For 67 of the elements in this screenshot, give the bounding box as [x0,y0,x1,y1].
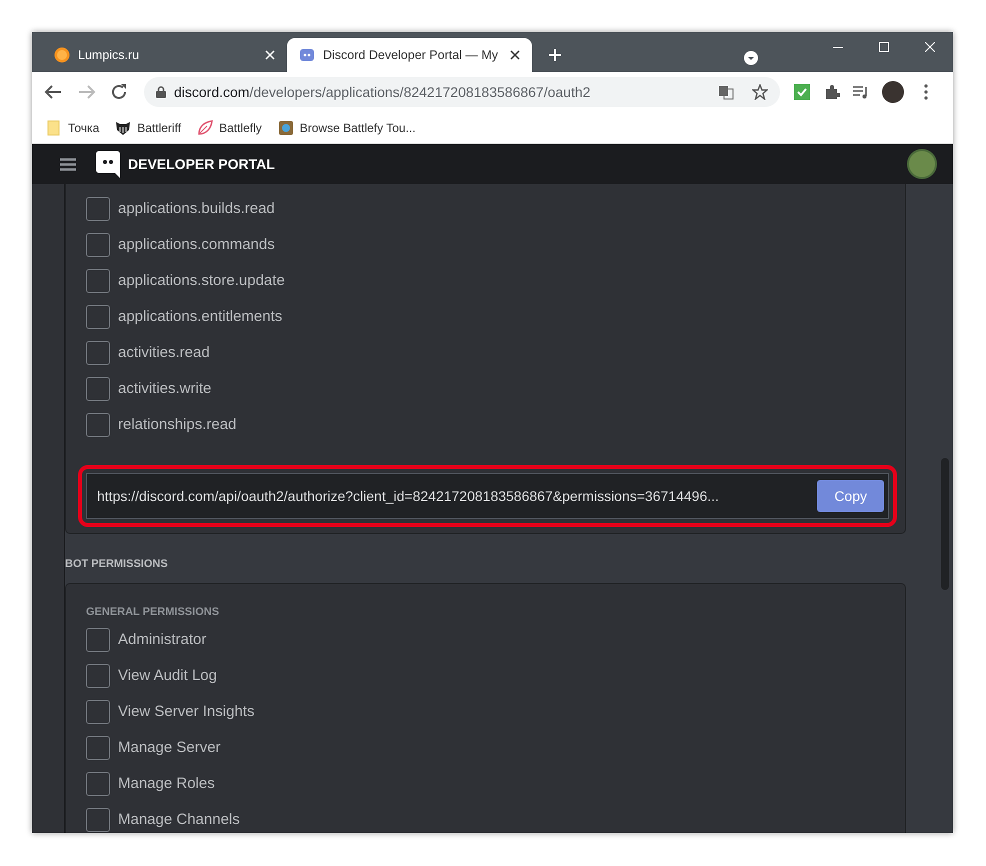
checkbox[interactable] [86,305,110,329]
checkbox-label: activities.write [118,378,212,399]
close-icon [265,50,275,60]
emblem-icon [278,120,294,136]
puzzle-icon [824,84,840,100]
section-title: BOT PERMISSIONS [65,557,169,572]
checkbox-label: activities.read [118,342,210,363]
checkbox-label: Manage Channels [118,810,240,830]
checkbox[interactable] [86,664,110,688]
avatar[interactable] [882,81,904,103]
bookmark[interactable]: Browse Battlefy Tou... [278,118,416,136]
fruit-slice-icon [54,47,70,63]
reload-icon [110,83,128,101]
checkbox[interactable] [86,377,110,401]
more-icon [924,84,928,100]
group-title: GENERAL PERMISSIONS [86,604,220,620]
checkbox[interactable] [86,413,110,437]
bookmark[interactable]: Battlefly [197,118,262,136]
bookmark[interactable]: Battleriff [115,118,182,136]
checkbox[interactable] [86,628,110,652]
checkbox[interactable] [86,700,110,724]
url-field[interactable]: https://discord.com/api/oauth2/authorize?client_id=824217208183586867&permissions=36714496... Copy [86,473,889,519]
menu-icon [60,158,76,170]
checkbox-label: applications.store.update [118,270,285,291]
checkmark-icon [794,84,810,100]
address-bar[interactable]: discord.com/developers/applications/824217208183586867/oauth2 [144,77,780,107]
checkbox-label: applications.entitlements [118,306,282,327]
tab-title: Discord Developer Portal — My [323,46,500,64]
forward-arrow-icon [78,84,96,100]
browser-tab[interactable]: Lumpics.ru [42,38,287,72]
url-text: discord.com/developers/applications/824217208183586867/oauth2 [174,82,592,102]
browser-tab[interactable]: Discord Developer Portal — My [287,38,532,72]
checkbox-label: relationships.read [118,414,236,435]
mask-icon [115,120,132,136]
checkbox[interactable] [86,772,110,796]
checkbox-label: applications.builds.read [118,198,275,219]
folder-icon [46,120,62,136]
leaf-icon [197,120,214,136]
bookmark[interactable]: Точка [46,118,100,136]
translate-icon [718,84,734,100]
plus-icon [548,48,562,62]
checkbox-label: applications.commands [118,234,275,255]
checkbox[interactable] [86,197,110,221]
checkbox-label: Administrator [118,630,206,650]
checkbox-label: View Audit Log [118,666,217,686]
discord-logo-icon [96,150,120,178]
playlist-icon [852,85,870,99]
checkbox-label: Manage Roles [118,774,215,794]
checkbox[interactable] [86,233,110,257]
discord-logo-icon [299,47,315,63]
close-icon [925,42,935,52]
portal-title: DEVELOPER PORTAL [128,154,275,174]
dropdown-icon [743,50,759,66]
tab-title: Lumpics.ru [78,46,140,64]
checkbox[interactable] [86,736,110,760]
checkbox-label: View Server Insights [118,702,254,722]
scrollbar-thumb[interactable] [941,458,949,590]
checkbox[interactable] [86,808,110,832]
back-arrow-icon [44,84,62,100]
checkbox[interactable] [86,341,110,365]
checkbox[interactable] [86,269,110,293]
lock-icon [156,86,166,98]
maximize-icon [879,42,889,52]
checkbox-label: Manage Server [118,738,221,758]
star-icon [752,84,768,100]
close-icon [510,50,520,60]
minimize-icon [833,46,843,48]
